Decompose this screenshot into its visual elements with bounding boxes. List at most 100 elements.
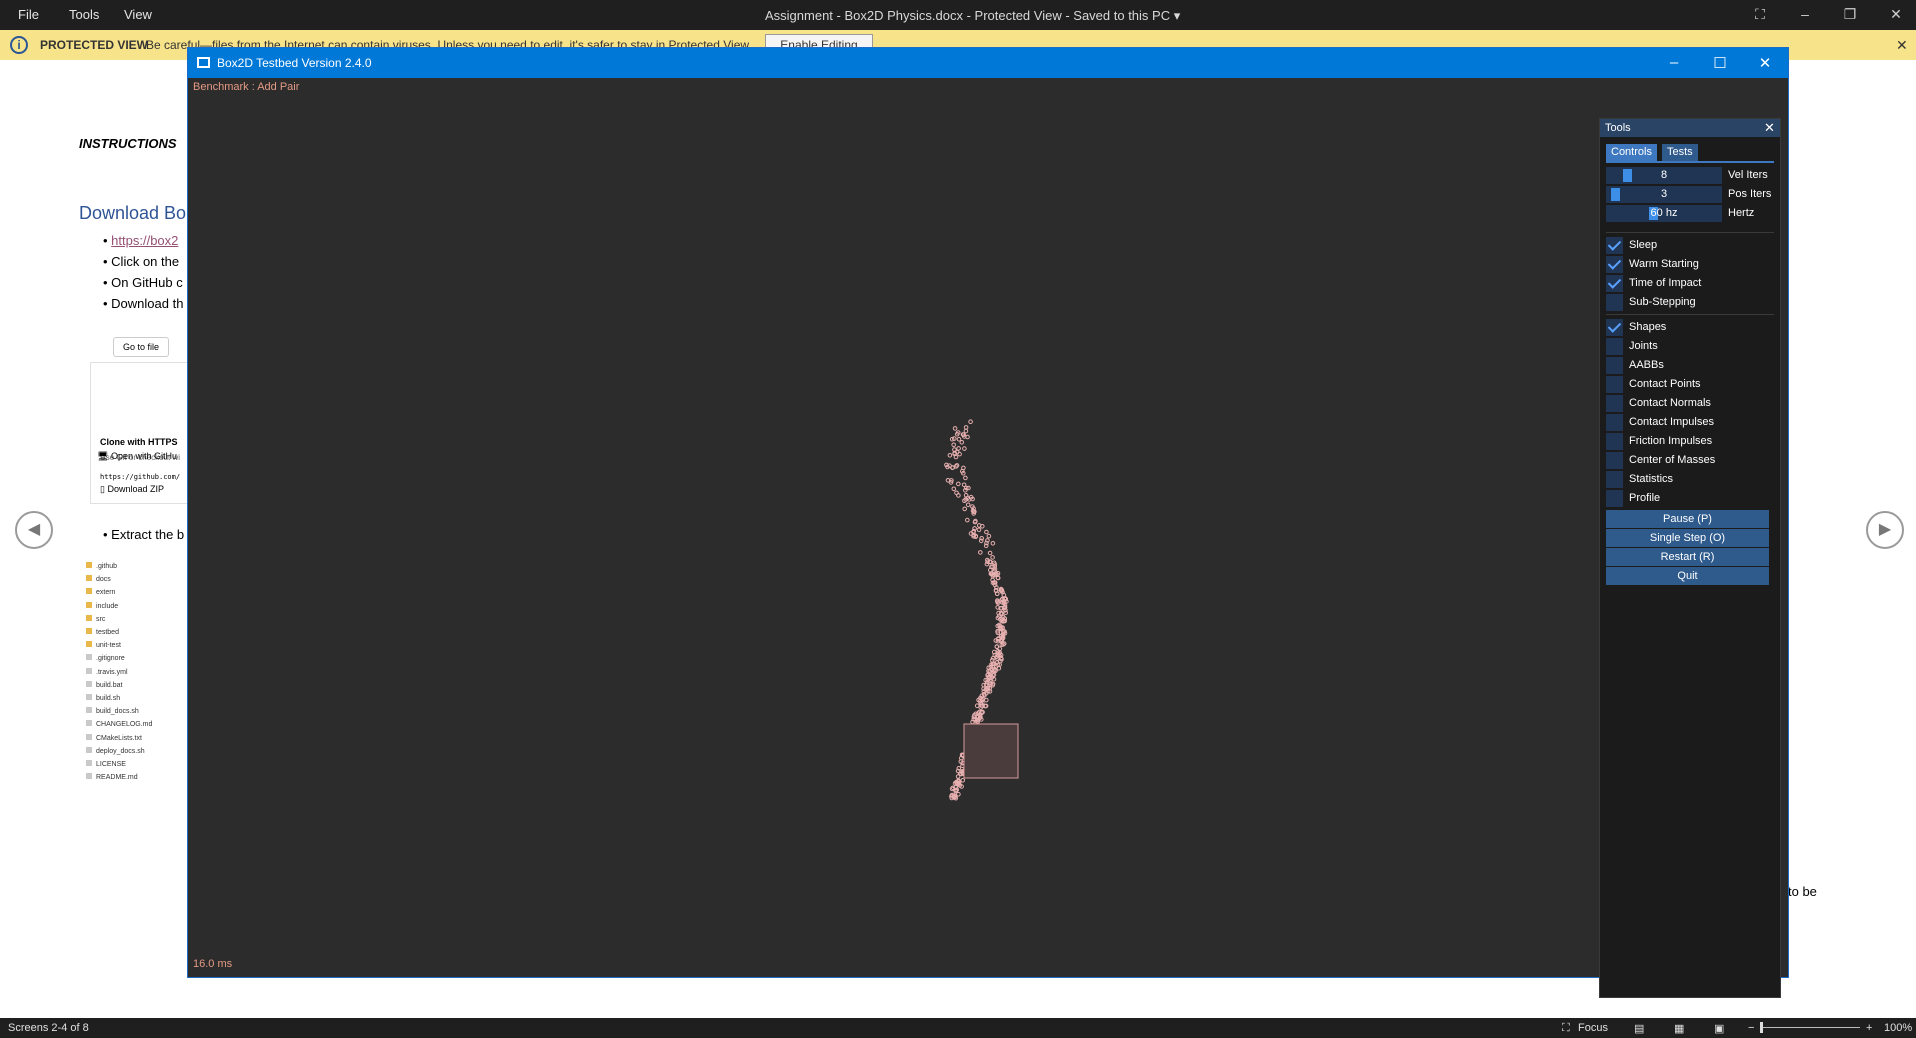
print-layout-icon[interactable]: ▦ — [1674, 1022, 1684, 1035]
particle-body — [984, 529, 989, 535]
file-list-item: extern — [86, 586, 152, 599]
file-list-item: build_docs.sh — [86, 705, 152, 718]
checkbox-label[interactable]: Statistics — [1629, 473, 1673, 485]
download-zip-label: Download ZIP — [107, 484, 164, 494]
file-name: LICENSE — [96, 761, 126, 769]
minimize-icon[interactable]: – — [1662, 54, 1686, 71]
checkbox-statistics[interactable] — [1606, 471, 1623, 488]
checkbox-label[interactable]: Contact Points — [1629, 378, 1701, 390]
quit-button[interactable]: Quit — [1606, 567, 1769, 585]
slider-value: 60 hz — [1650, 207, 1678, 219]
checkbox-sub-stepping[interactable] — [1606, 294, 1623, 311]
tools-header: Tools ✕ — [1600, 119, 1780, 137]
document-title[interactable]: Assignment - Box2D Physics.docx - Protec… — [765, 8, 1180, 24]
zoom-slider-thumb[interactable] — [1760, 1022, 1763, 1033]
instructions-heading: INSTRUCTIONS — [79, 136, 177, 151]
next-page-icon[interactable]: ▶ — [1866, 511, 1904, 549]
checkbox-contact-impulses[interactable] — [1606, 414, 1623, 431]
checkbox-center-of-masses[interactable] — [1606, 452, 1623, 469]
checkbox-profile[interactable] — [1606, 490, 1623, 507]
checkbox-label[interactable]: Sleep — [1629, 239, 1657, 251]
folder-icon — [86, 601, 92, 608]
file-name: unit-test — [96, 642, 121, 650]
zoom-slider[interactable] — [1760, 1027, 1860, 1028]
checkbox-sleep[interactable] — [1606, 237, 1623, 254]
simulation-scene — [944, 419, 1019, 801]
checkbox-shapes[interactable] — [1606, 319, 1623, 336]
file-list-item: CHANGELOG.md — [86, 718, 152, 731]
checkbox-aabbs[interactable] — [1606, 357, 1623, 374]
checkbox-label[interactable]: AABBs — [1629, 359, 1664, 371]
file-name: testbed — [96, 629, 119, 637]
focus-icon[interactable]: ⛶ — [1562, 1022, 1570, 1035]
file-name: extern — [96, 589, 116, 597]
file-list-item: .github — [86, 560, 152, 573]
particle-body — [959, 440, 965, 445]
slider-pos-iters[interactable]: 3 — [1606, 186, 1722, 203]
maximize-icon[interactable]: ☐ — [1708, 54, 1732, 72]
restart-button[interactable]: Restart (R) — [1606, 548, 1769, 566]
folder-icon — [86, 614, 92, 621]
checkbox-time-of-impact[interactable] — [1606, 275, 1623, 292]
file-icon — [86, 694, 92, 701]
pause-button[interactable]: Pause (P) — [1606, 510, 1769, 528]
particle-body — [968, 419, 973, 425]
single-step-button[interactable]: Single Step (O) — [1606, 529, 1769, 547]
web-layout-icon[interactable]: ▣ — [1714, 1022, 1724, 1035]
folder-icon — [86, 562, 92, 568]
menu-view[interactable]: View — [124, 7, 152, 22]
checkbox-label[interactable]: Contact Normals — [1629, 397, 1711, 409]
particle-body — [956, 493, 961, 498]
tab-controls[interactable]: Controls — [1606, 144, 1657, 161]
checkbox-label[interactable]: Center of Masses — [1629, 454, 1715, 466]
focus-button[interactable]: Focus — [1578, 1022, 1608, 1034]
clone-url: https://github.com/ — [100, 473, 181, 481]
open-github-text: 🖥 Open with GitHu — [97, 451, 177, 461]
file-name: build.bat — [96, 681, 123, 689]
file-icon — [86, 680, 92, 687]
menu-file[interactable]: File — [18, 7, 39, 22]
close-bar-icon[interactable]: ✕ — [1896, 37, 1908, 54]
checkbox-label[interactable]: Time of Impact — [1629, 277, 1701, 289]
checkbox-label[interactable]: Shapes — [1629, 321, 1666, 333]
checkbox-joints[interactable] — [1606, 338, 1623, 355]
file-list-item: src — [86, 613, 152, 626]
folder-icon — [86, 588, 92, 595]
particle-body — [962, 506, 968, 512]
checkbox-label[interactable]: Warm Starting — [1629, 258, 1699, 270]
checkbox-contact-points[interactable] — [1606, 376, 1623, 393]
previous-page-icon[interactable]: ◀ — [15, 511, 53, 549]
menu-tools[interactable]: Tools — [69, 7, 99, 22]
checkbox-label[interactable]: Friction Impulses — [1629, 435, 1712, 447]
checkbox-label[interactable]: Joints — [1629, 340, 1658, 352]
clone-panel-image: Clone with HTTPS Use Git or checkout wi … — [90, 362, 190, 504]
simulation-canvas[interactable]: Benchmark : Add Pair 16.0 ms Tools ✕ Con… — [188, 78, 1788, 998]
box2d-titlebar: Box2D Testbed Version 2.4.0 – ☐ ✕ — [188, 48, 1788, 78]
box2d-link[interactable]: https://box2 — [111, 233, 178, 248]
close-icon[interactable]: ✕ — [1753, 54, 1777, 72]
download-zip-text: ▯ Download ZIP — [100, 484, 164, 494]
particle-body — [965, 517, 970, 523]
restore-icon[interactable]: ❐ — [1840, 6, 1860, 24]
zoom-out-icon[interactable]: − — [1748, 1022, 1754, 1034]
zoom-level[interactable]: 100% — [1884, 1022, 1912, 1034]
fullscreen-icon[interactable]: ⛶ — [1750, 6, 1770, 24]
zoom-in-icon[interactable]: + — [1866, 1022, 1872, 1034]
minimize-icon[interactable]: – — [1795, 6, 1815, 24]
read-mode-icon[interactable]: ▤ — [1634, 1022, 1644, 1035]
close-icon[interactable]: ✕ — [1764, 120, 1775, 136]
checkbox-label[interactable]: Sub-Stepping — [1629, 296, 1696, 308]
close-icon[interactable]: ✕ — [1886, 6, 1906, 24]
checkbox-friction-impulses[interactable] — [1606, 433, 1623, 450]
folder-icon — [86, 628, 92, 635]
bullet-item: • https://box2 — [103, 233, 179, 248]
checkbox-warm-starting[interactable] — [1606, 256, 1623, 273]
checkbox-label[interactable]: Profile — [1629, 492, 1660, 504]
bullet-item: • Click on the — [103, 254, 180, 269]
slider-vel-iters[interactable]: 8 — [1606, 167, 1722, 184]
slider-hertz[interactable]: 60 hz — [1606, 205, 1722, 222]
checkbox-label[interactable]: Contact Impulses — [1629, 416, 1714, 428]
tab-tests[interactable]: Tests — [1662, 144, 1698, 161]
tab-underline — [1606, 161, 1774, 163]
checkbox-contact-normals[interactable] — [1606, 395, 1623, 412]
